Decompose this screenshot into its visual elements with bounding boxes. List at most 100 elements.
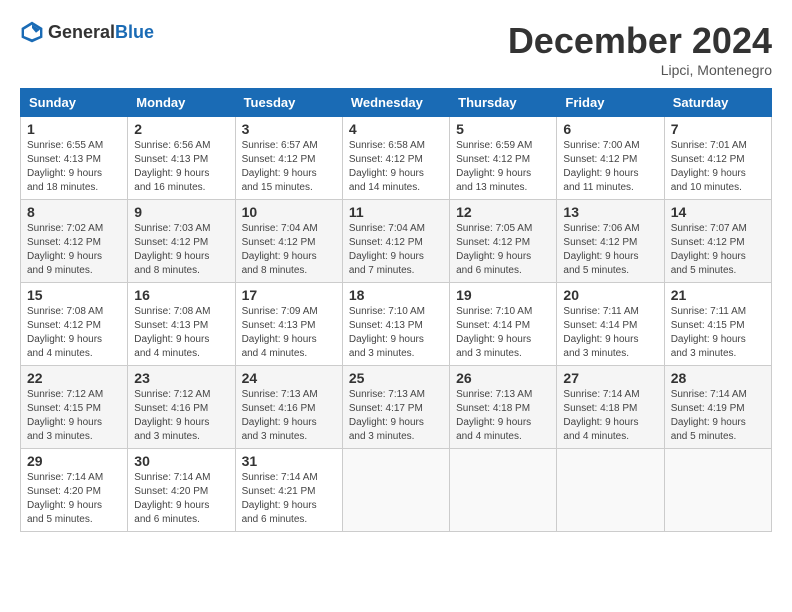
calendar-cell: 11 Sunrise: 7:04 AMSunset: 4:12 PMDayligh…	[342, 200, 449, 283]
day-number: 12	[456, 204, 550, 220]
day-number: 29	[27, 453, 121, 469]
calendar-cell	[557, 449, 664, 532]
calendar-cell: 9Sunrise: 7:03 AMSunset: 4:12 PMDaylight…	[128, 200, 235, 283]
day-number: 21	[671, 287, 765, 303]
day-info: Sunrise: 7:01 AMSunset: 4:12 PMDaylight:…	[671, 139, 765, 195]
day-info: Sunrise: 7:13 AMSunset: 4:18 PMDaylight:…	[456, 388, 550, 444]
calendar-cell	[342, 449, 449, 532]
calendar-cell: 15 Sunrise: 7:08 AMSunset: 4:12 PMDayligh…	[21, 283, 128, 366]
day-number: 5	[456, 121, 550, 137]
day-info: Sunrise: 7:13 AMSunset: 4:17 PMDaylight:…	[349, 388, 443, 444]
calendar-cell: 16 Sunrise: 7:08 AMSunset: 4:13 PMDayligh…	[128, 283, 235, 366]
location: Lipci, Montenegro	[508, 62, 772, 78]
day-header-monday: Monday	[128, 89, 235, 117]
calendar: SundayMondayTuesdayWednesdayThursdayFrid…	[20, 88, 772, 532]
day-info: Sunrise: 7:14 AMSunset: 4:20 PMDaylight:…	[134, 471, 228, 527]
day-number: 13	[563, 204, 657, 220]
logo-text: GeneralBlue	[48, 22, 154, 43]
calendar-week-row: 8Sunrise: 7:02 AMSunset: 4:12 PMDaylight…	[21, 200, 772, 283]
day-info: Sunrise: 6:58 AMSunset: 4:12 PMDaylight:…	[349, 139, 443, 195]
calendar-cell: 27 Sunrise: 7:14 AMSunset: 4:18 PMDayligh…	[557, 366, 664, 449]
calendar-cell: 3 Sunrise: 6:57 AMSunset: 4:12 PMDaylight…	[235, 117, 342, 200]
calendar-cell: 26 Sunrise: 7:13 AMSunset: 4:18 PMDayligh…	[450, 366, 557, 449]
day-info: Sunrise: 7:04 AMSunset: 4:12 PMDaylight:…	[242, 222, 336, 278]
day-number: 14	[671, 204, 765, 220]
day-info: Sunrise: 7:02 AMSunset: 4:12 PMDaylight:…	[27, 222, 121, 278]
calendar-cell: 19 Sunrise: 7:10 AMSunset: 4:14 PMDayligh…	[450, 283, 557, 366]
day-number: 26	[456, 370, 550, 386]
day-info: Sunrise: 7:10 AMSunset: 4:13 PMDaylight:…	[349, 305, 443, 361]
calendar-cell: 22 Sunrise: 7:12 AMSunset: 4:15 PMDayligh…	[21, 366, 128, 449]
calendar-cell: 14Sunrise: 7:07 AMSunset: 4:12 PMDayligh…	[664, 200, 771, 283]
day-number: 10	[242, 204, 336, 220]
day-info: Sunrise: 6:55 AMSunset: 4:13 PMDaylight:…	[27, 139, 121, 195]
calendar-cell: 7 Sunrise: 7:01 AMSunset: 4:12 PMDaylight…	[664, 117, 771, 200]
day-header-thursday: Thursday	[450, 89, 557, 117]
day-number: 3	[242, 121, 336, 137]
calendar-cell: 29 Sunrise: 7:14 AMSunset: 4:20 PMDayligh…	[21, 449, 128, 532]
calendar-cell: 2 Sunrise: 6:56 AMSunset: 4:13 PMDaylight…	[128, 117, 235, 200]
day-info: Sunrise: 7:10 AMSunset: 4:14 PMDaylight:…	[456, 305, 550, 361]
calendar-cell: 20Sunrise: 7:11 AMSunset: 4:14 PMDayligh…	[557, 283, 664, 366]
logo: GeneralBlue	[20, 20, 154, 44]
day-number: 31	[242, 453, 336, 469]
day-number: 2	[134, 121, 228, 137]
calendar-week-row: 1Sunrise: 6:55 AMSunset: 4:13 PMDaylight…	[21, 117, 772, 200]
day-info: Sunrise: 7:11 AMSunset: 4:15 PMDaylight:…	[671, 305, 765, 361]
calendar-week-row: 22 Sunrise: 7:12 AMSunset: 4:15 PMDayligh…	[21, 366, 772, 449]
day-info: Sunrise: 7:12 AMSunset: 4:16 PMDaylight:…	[134, 388, 228, 444]
calendar-cell: 18Sunrise: 7:10 AMSunset: 4:13 PMDayligh…	[342, 283, 449, 366]
calendar-week-row: 15 Sunrise: 7:08 AMSunset: 4:12 PMDayligh…	[21, 283, 772, 366]
month-title: December 2024	[508, 20, 772, 62]
calendar-cell	[450, 449, 557, 532]
day-number: 25	[349, 370, 443, 386]
day-number: 19	[456, 287, 550, 303]
day-number: 15	[27, 287, 121, 303]
day-info: Sunrise: 7:08 AMSunset: 4:12 PMDaylight:…	[27, 305, 121, 361]
day-number: 16	[134, 287, 228, 303]
header: GeneralBlue December 2024 Lipci, Montene…	[20, 20, 772, 78]
calendar-cell: 1Sunrise: 6:55 AMSunset: 4:13 PMDaylight…	[21, 117, 128, 200]
calendar-cell: 12 Sunrise: 7:05 AMSunset: 4:12 PMDayligh…	[450, 200, 557, 283]
calendar-cell: 21 Sunrise: 7:11 AMSunset: 4:15 PMDayligh…	[664, 283, 771, 366]
logo-blue: Blue	[115, 22, 154, 42]
day-number: 27	[563, 370, 657, 386]
day-number: 7	[671, 121, 765, 137]
day-number: 4	[349, 121, 443, 137]
day-info: Sunrise: 7:05 AMSunset: 4:12 PMDaylight:…	[456, 222, 550, 278]
day-number: 9	[134, 204, 228, 220]
logo-icon	[20, 20, 44, 44]
day-info: Sunrise: 7:04 AMSunset: 4:12 PMDaylight:…	[349, 222, 443, 278]
day-number: 22	[27, 370, 121, 386]
calendar-cell: 30 Sunrise: 7:14 AMSunset: 4:20 PMDayligh…	[128, 449, 235, 532]
day-header-friday: Friday	[557, 89, 664, 117]
day-info: Sunrise: 7:14 AMSunset: 4:20 PMDaylight:…	[27, 471, 121, 527]
day-info: Sunrise: 7:14 AMSunset: 4:18 PMDaylight:…	[563, 388, 657, 444]
day-number: 28	[671, 370, 765, 386]
calendar-cell: 4 Sunrise: 6:58 AMSunset: 4:12 PMDaylight…	[342, 117, 449, 200]
calendar-cell: 17Sunrise: 7:09 AMSunset: 4:13 PMDayligh…	[235, 283, 342, 366]
calendar-cell: 25 Sunrise: 7:13 AMSunset: 4:17 PMDayligh…	[342, 366, 449, 449]
day-info: Sunrise: 7:11 AMSunset: 4:14 PMDaylight:…	[563, 305, 657, 361]
calendar-cell: 5 Sunrise: 6:59 AMSunset: 4:12 PMDaylight…	[450, 117, 557, 200]
day-number: 24	[242, 370, 336, 386]
calendar-cell	[664, 449, 771, 532]
day-number: 11	[349, 204, 443, 220]
day-info: Sunrise: 6:59 AMSunset: 4:12 PMDaylight:…	[456, 139, 550, 195]
calendar-cell: 31 Sunrise: 7:14 AMSunset: 4:21 PMDayligh…	[235, 449, 342, 532]
day-info: Sunrise: 6:56 AMSunset: 4:13 PMDaylight:…	[134, 139, 228, 195]
day-info: Sunrise: 7:14 AMSunset: 4:21 PMDaylight:…	[242, 471, 336, 527]
day-info: Sunrise: 7:14 AMSunset: 4:19 PMDaylight:…	[671, 388, 765, 444]
day-number: 23	[134, 370, 228, 386]
day-info: Sunrise: 6:57 AMSunset: 4:12 PMDaylight:…	[242, 139, 336, 195]
day-number: 6	[563, 121, 657, 137]
day-info: Sunrise: 7:12 AMSunset: 4:15 PMDaylight:…	[27, 388, 121, 444]
calendar-cell: 23 Sunrise: 7:12 AMSunset: 4:16 PMDayligh…	[128, 366, 235, 449]
day-number: 17	[242, 287, 336, 303]
day-header-sunday: Sunday	[21, 89, 128, 117]
day-number: 30	[134, 453, 228, 469]
calendar-cell: 13Sunrise: 7:06 AMSunset: 4:12 PMDayligh…	[557, 200, 664, 283]
day-header-wednesday: Wednesday	[342, 89, 449, 117]
day-info: Sunrise: 7:08 AMSunset: 4:13 PMDaylight:…	[134, 305, 228, 361]
logo-general: General	[48, 22, 115, 42]
